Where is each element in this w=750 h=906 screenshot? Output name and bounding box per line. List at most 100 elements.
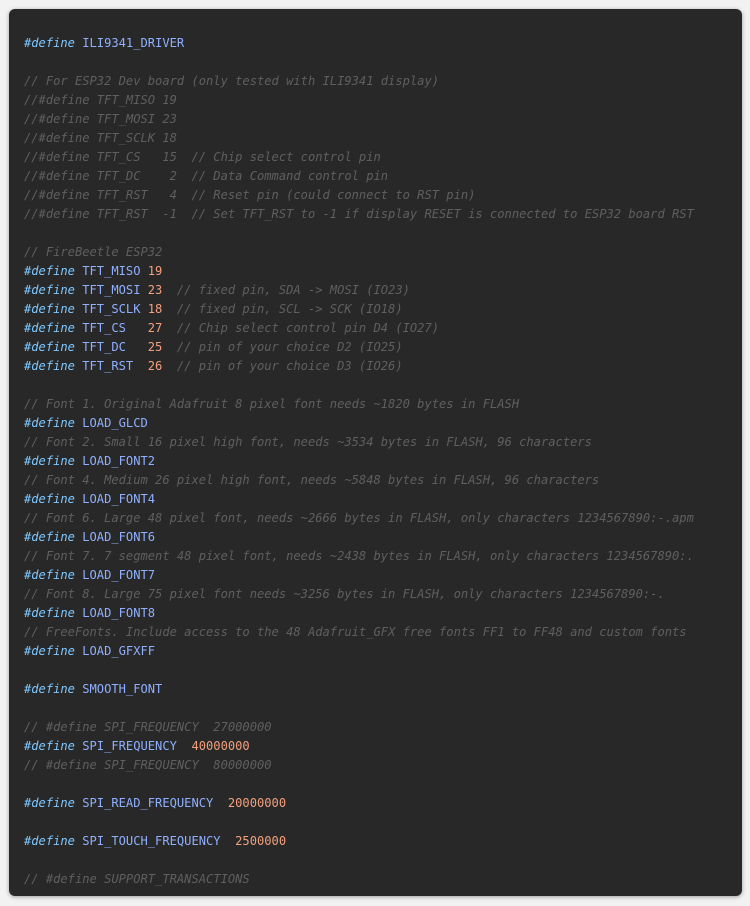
code-line: #define SPI_FREQUENCY 40000000 (24, 737, 742, 756)
code-line: #define LOAD_FONT6 (24, 528, 742, 547)
code-line: #define LOAD_FONT7 (24, 566, 742, 585)
code-line: #define LOAD_GLCD (24, 414, 742, 433)
code-listing[interactable]: #define ILI9341_DRIVER // For ESP32 Dev … (24, 34, 742, 889)
identifier-token: TFT_MOSI (82, 283, 141, 297)
code-line: #define SPI_READ_FREQUENCY 20000000 (24, 794, 742, 813)
identifier-token: LOAD_FONT8 (82, 606, 156, 620)
code-line: // #define SUPPORT_TRANSACTIONS (24, 870, 742, 889)
keyword-token: #define (24, 530, 75, 544)
keyword-token: #define (24, 283, 75, 297)
code-line: // Font 4. Medium 26 pixel high font, ne… (24, 471, 742, 490)
code-line: #define LOAD_GFXFF (24, 642, 742, 661)
comment-token: // Font 4. Medium 26 pixel high font, ne… (24, 473, 600, 487)
code-line: // Font 8. Large 75 pixel font needs ~32… (24, 585, 742, 604)
comment-token: //#define TFT_MOSI 23 (24, 112, 177, 126)
keyword-token: #define (24, 340, 75, 354)
comment-token: // FireBeetle ESP32 (24, 245, 163, 259)
keyword-token: #define (24, 606, 75, 620)
identifier-token: TFT_DC (82, 340, 126, 354)
keyword-token: #define (24, 416, 75, 430)
code-line: //#define TFT_MISO 19 (24, 91, 742, 110)
comment-token: //#define TFT_RST 4 // Reset pin (could … (24, 188, 476, 202)
number-token: 40000000 (191, 739, 250, 753)
identifier-token: LOAD_FONT7 (82, 568, 156, 582)
comment-token: // pin of your choice D3 (IO26) (176, 359, 403, 373)
keyword-token: #define (24, 644, 75, 658)
keyword-token: #define (24, 36, 75, 50)
comment-token: //#define TFT_CS 15 // Chip select contr… (24, 150, 381, 164)
comment-token: // #define SPI_FREQUENCY 27000000 (24, 720, 272, 734)
comment-token: // FreeFonts. Include access to the 48 A… (24, 625, 687, 639)
keyword-token: #define (24, 568, 75, 582)
identifier-token: TFT_CS (82, 321, 126, 335)
comment-token: //#define TFT_MISO 19 (24, 93, 177, 107)
code-line: #define SPI_TOUCH_FREQUENCY 2500000 (24, 832, 742, 851)
number-token: 27 (147, 321, 163, 335)
comment-token: // For ESP32 Dev board (only tested with… (24, 74, 440, 88)
keyword-token: #define (24, 302, 75, 316)
code-line: // Font 1. Original Adafruit 8 pixel fon… (24, 395, 742, 414)
code-line: #define LOAD_FONT8 (24, 604, 742, 623)
code-block: #define ILI9341_DRIVER // For ESP32 Dev … (9, 9, 742, 896)
code-line: //#define TFT_RST -1 // Set TFT_RST to -… (24, 205, 742, 224)
keyword-token: #define (24, 359, 75, 373)
comment-token: // Chip select control pin D4 (IO27) (176, 321, 440, 335)
keyword-token: #define (24, 682, 75, 696)
code-line: // #define SPI_FREQUENCY 27000000 (24, 718, 742, 737)
comment-token: // Font 7. 7 segment 48 pixel font, need… (24, 549, 694, 563)
number-token: 19 (147, 264, 163, 278)
identifier-token: TFT_MISO (82, 264, 141, 278)
number-token: 26 (147, 359, 163, 373)
number-token: 23 (147, 283, 163, 297)
identifier-token: TFT_RST (82, 359, 134, 373)
identifier-token: SMOOTH_FONT (82, 682, 163, 696)
keyword-token: #define (24, 454, 75, 468)
comment-token: // pin of your choice D2 (IO25) (176, 340, 403, 354)
code-line: #define LOAD_FONT4 (24, 490, 742, 509)
code-line: //#define TFT_CS 15 // Chip select contr… (24, 148, 742, 167)
identifier-token: LOAD_FONT2 (82, 454, 156, 468)
comment-token: // Font 1. Original Adafruit 8 pixel fon… (24, 397, 520, 411)
identifier-token: LOAD_FONT4 (82, 492, 156, 506)
identifier-token: LOAD_GFXFF (82, 644, 156, 658)
code-line: //#define TFT_RST 4 // Reset pin (could … (24, 186, 742, 205)
identifier-token: SPI_FREQUENCY (82, 739, 177, 753)
code-line: #define TFT_DC 25 // pin of your choice … (24, 338, 742, 357)
code-line: //#define TFT_MOSI 23 (24, 110, 742, 129)
comment-token: // #define SPI_FREQUENCY 80000000 (24, 758, 272, 772)
keyword-token: #define (24, 739, 75, 753)
number-token: 25 (147, 340, 163, 354)
identifier-token: LOAD_GLCD (82, 416, 148, 430)
number-token: 2500000 (235, 834, 287, 848)
comment-token: //#define TFT_DC 2 // Data Command contr… (24, 169, 389, 183)
code-line: // Font 7. 7 segment 48 pixel font, need… (24, 547, 742, 566)
identifier-token: ILI9341_DRIVER (82, 36, 185, 50)
comment-token: //#define TFT_SCLK 18 (24, 131, 177, 145)
code-line: // FireBeetle ESP32 (24, 243, 742, 262)
code-line: #define TFT_MISO 19 (24, 262, 742, 281)
keyword-token: #define (24, 321, 75, 335)
comment-token: // fixed pin, SCL -> SCK (IO18) (176, 302, 403, 316)
code-line: // Font 2. Small 16 pixel high font, nee… (24, 433, 742, 452)
identifier-token: TFT_SCLK (82, 302, 141, 316)
comment-token: // Font 8. Large 75 pixel font needs ~32… (24, 587, 665, 601)
comment-token: //#define TFT_RST -1 // Set TFT_RST to -… (24, 207, 694, 221)
code-line: //#define TFT_DC 2 // Data Command contr… (24, 167, 742, 186)
